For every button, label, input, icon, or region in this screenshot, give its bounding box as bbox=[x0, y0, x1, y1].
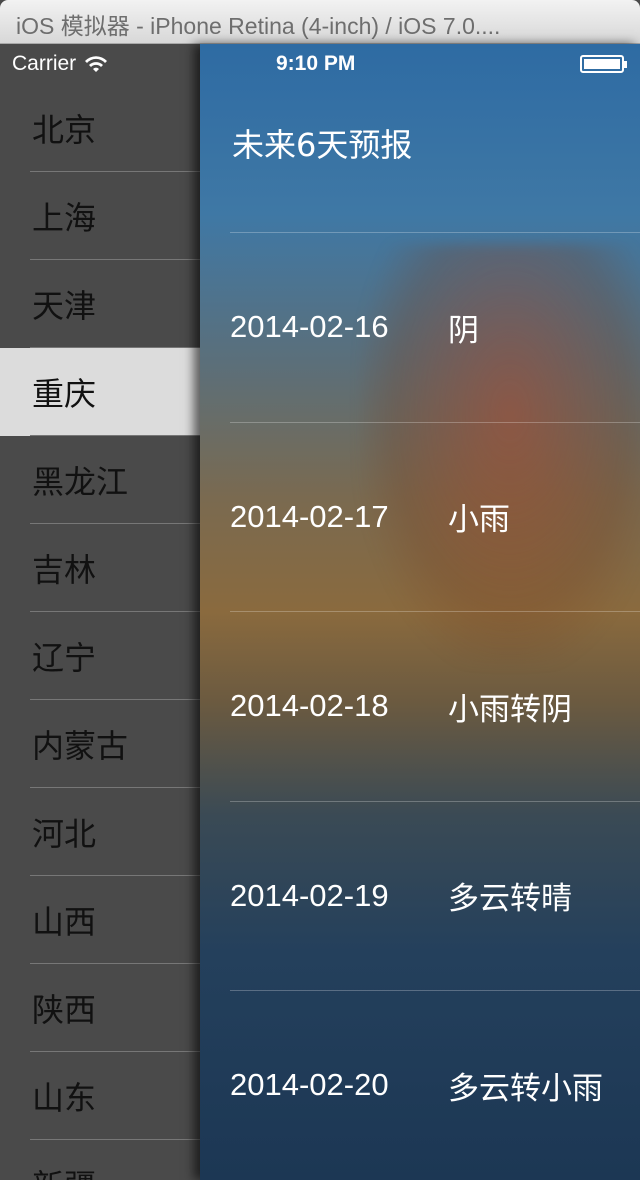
sidebar-item[interactable]: 北京 bbox=[0, 84, 200, 172]
forecast-row[interactable]: 2014-02-20 多云转小雨 bbox=[230, 990, 640, 1179]
forecast-date: 2014-02-17 bbox=[230, 498, 389, 534]
forecast-weather: 阴 bbox=[448, 312, 479, 349]
sidebar-item[interactable]: 上海 bbox=[0, 172, 200, 260]
forecast-title: 未来6天预报 bbox=[232, 126, 413, 164]
forecast-panel: 9:10 PM 未来6天预报 2014-02-16 阴 2014-02-17 小雨 20… bbox=[200, 44, 640, 1180]
forecast-date: 2014-02-20 bbox=[230, 1067, 389, 1102]
sidebar-item[interactable]: 山西 bbox=[0, 876, 200, 964]
forecast-date: 2014-02-18 bbox=[230, 688, 389, 723]
forecast-row[interactable]: 2014-02-19 多云转晴 bbox=[230, 800, 640, 990]
province-sidebar[interactable]: Carrier 北京上海天津重庆黑龙江吉林辽宁内蒙古河北山西陕西山东新疆 bbox=[0, 44, 200, 1180]
forecast-weather: 小雨 bbox=[448, 502, 510, 538]
forecast-date: 2014-02-16 bbox=[230, 309, 389, 344]
forecast-weather: 小雨转阴 bbox=[448, 691, 572, 728]
battery-icon bbox=[580, 55, 627, 73]
sidebar-item[interactable]: 黑龙江 bbox=[0, 436, 200, 524]
sidebar-item[interactable]: 重庆 bbox=[0, 348, 200, 436]
sidebar-item[interactable]: 陕西 bbox=[0, 964, 200, 1052]
forecast-row[interactable]: 2014-02-17 小雨 bbox=[230, 421, 640, 611]
window-titlebar: iOS 模拟器 - iPhone Retina (4-inch) / iOS 7… bbox=[0, 0, 640, 44]
window-title: iOS 模拟器 - iPhone Retina (4-inch) / iOS 7… bbox=[16, 13, 501, 39]
sidebar-item[interactable]: 内蒙古 bbox=[0, 700, 200, 788]
forecast-weather: 多云转晴 bbox=[448, 881, 572, 917]
forecast-row[interactable]: 2014-02-18 小雨转阴 bbox=[230, 611, 640, 800]
forecast-date: 2014-02-19 bbox=[230, 877, 389, 913]
wifi-icon bbox=[85, 56, 108, 72]
sidebar-item[interactable]: 天津 bbox=[0, 260, 200, 348]
sidebar-item[interactable]: 河北 bbox=[0, 788, 200, 876]
status-time: 9:10 PM bbox=[276, 52, 356, 75]
carrier-label: Carrier bbox=[12, 52, 77, 75]
sidebar-item[interactable]: 新疆 bbox=[0, 1140, 200, 1180]
sidebar-item[interactable]: 山东 bbox=[0, 1052, 200, 1140]
sidebar-item[interactable]: 吉林 bbox=[0, 524, 200, 612]
carrier-status: Carrier bbox=[12, 52, 108, 76]
sidebar-item[interactable]: 辽宁 bbox=[0, 612, 200, 700]
forecast-row[interactable]: 2014-02-16 阴 bbox=[230, 232, 640, 421]
forecast-weather: 多云转小雨 bbox=[448, 1070, 603, 1107]
